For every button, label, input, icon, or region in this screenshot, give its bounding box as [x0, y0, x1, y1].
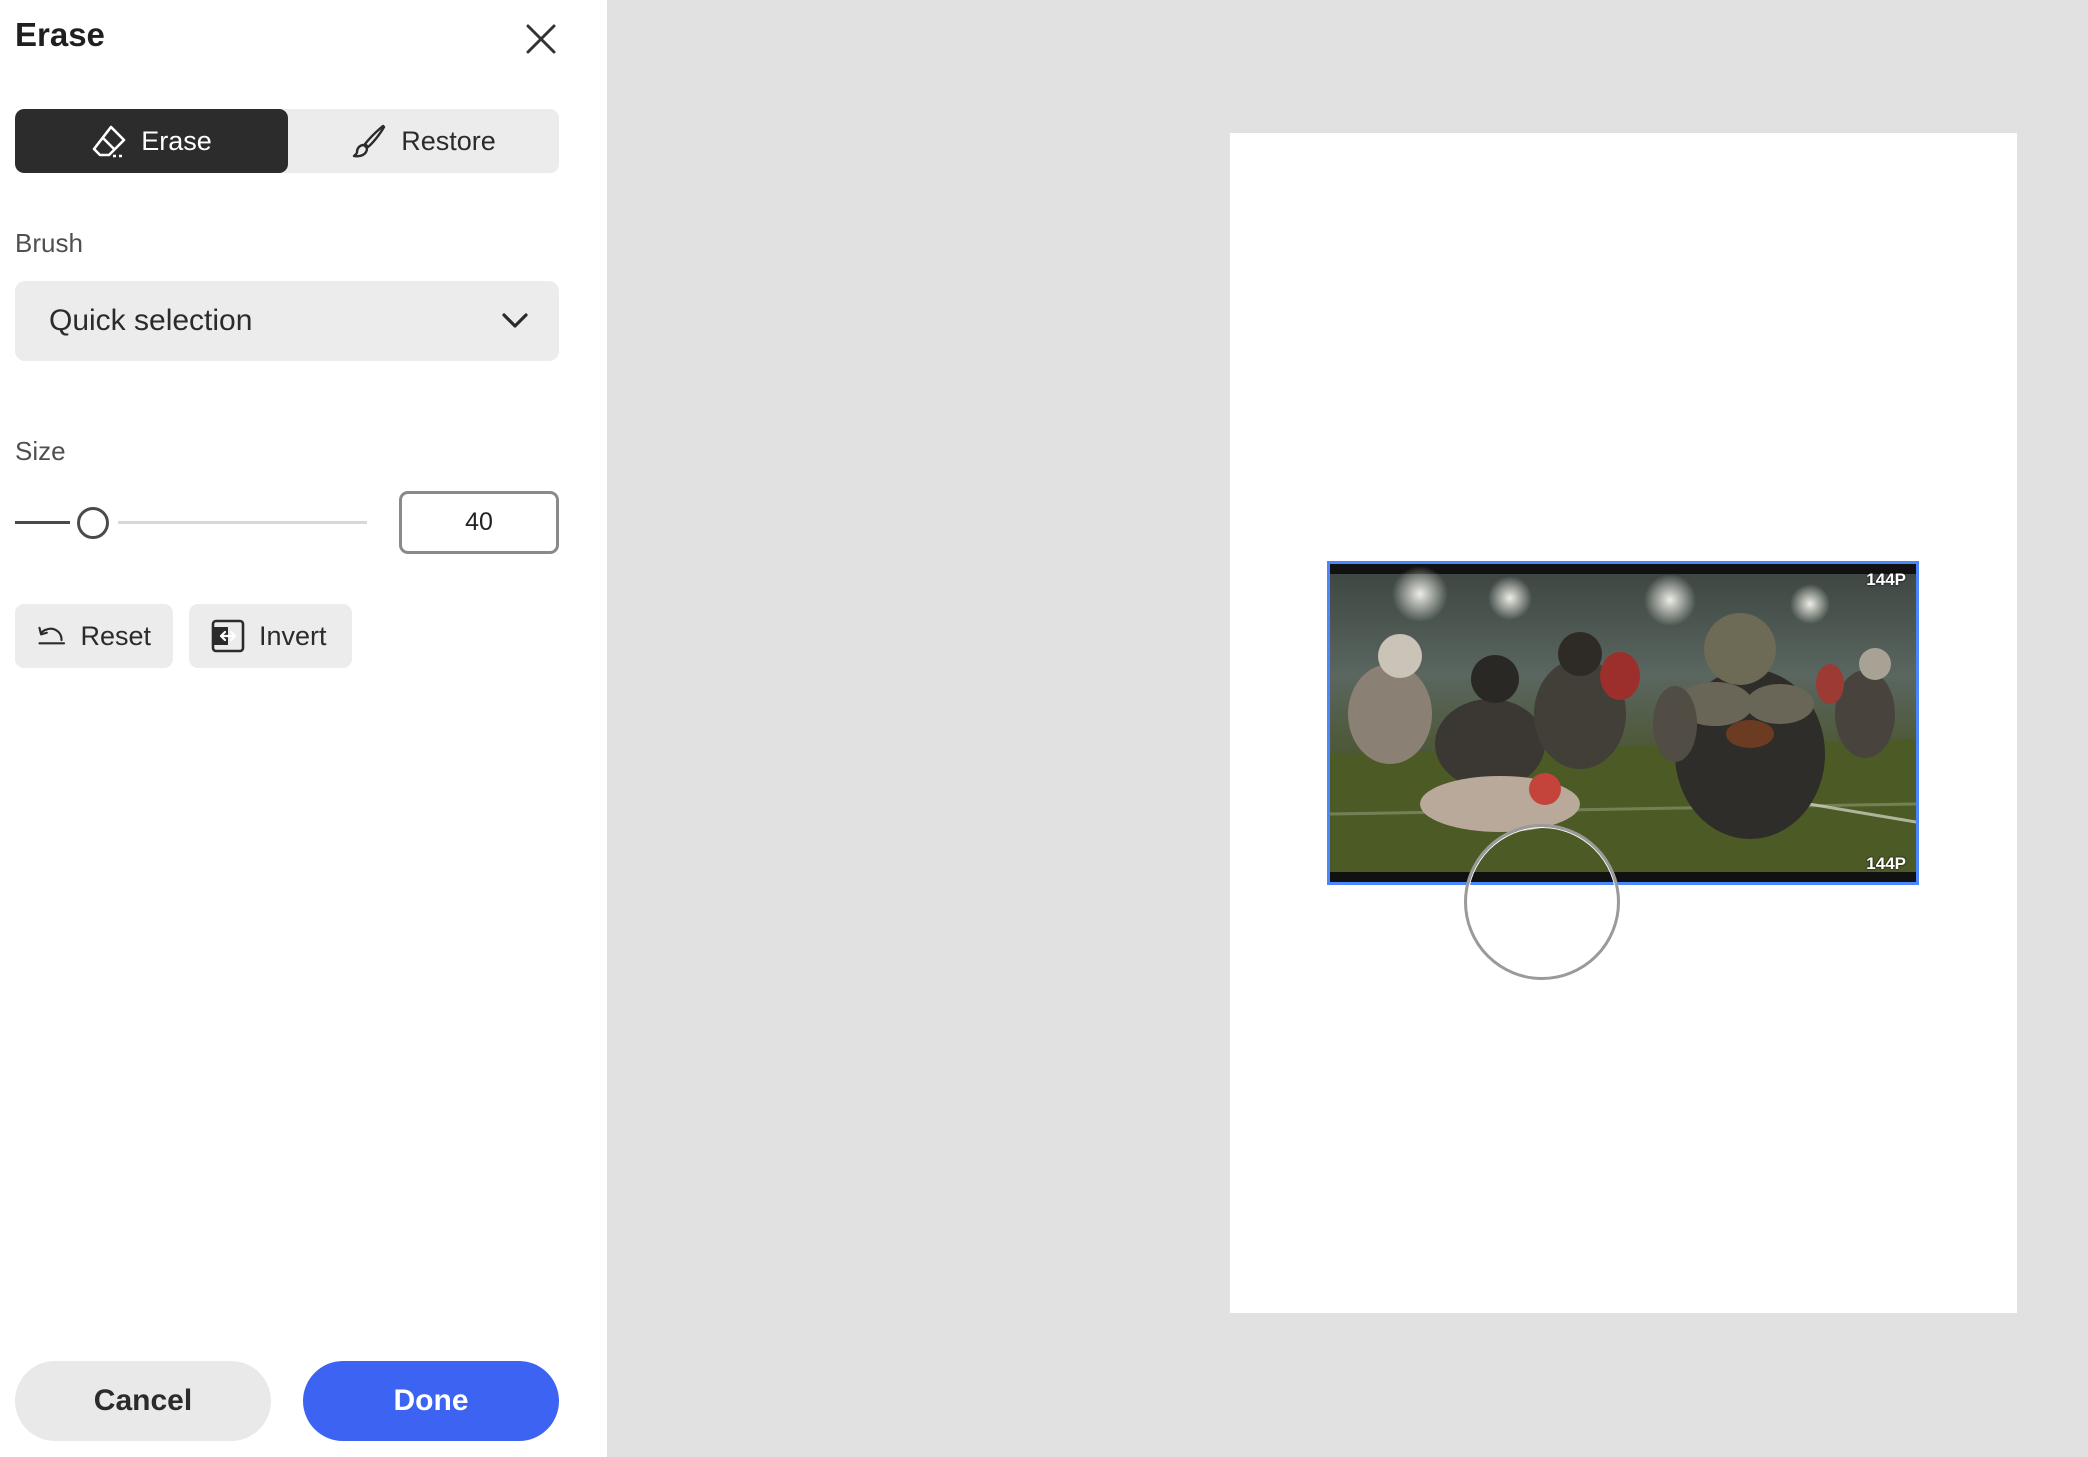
close-button[interactable] [518, 16, 564, 62]
resolution-badge-bottom: 144P [1866, 854, 1906, 873]
chevron-down-icon [502, 313, 528, 328]
erase-panel: Erase Erase Restore Brush Quick selectio… [0, 0, 607, 1457]
panel-title: Erase [15, 16, 105, 53]
erase-mode-label: Erase [141, 125, 212, 156]
erase-mode-button[interactable]: Erase [15, 109, 288, 173]
invert-icon [211, 619, 245, 653]
brush-label: Brush [15, 228, 83, 258]
image-content [1330, 564, 1916, 882]
close-icon [526, 24, 556, 54]
brush-dropdown[interactable]: Quick selection [15, 281, 559, 361]
slider-track-fill [15, 521, 70, 524]
restore-mode-button[interactable]: Restore [288, 109, 559, 173]
invert-button[interactable]: Invert [189, 604, 352, 668]
brush-icon [353, 124, 386, 158]
invert-label: Invert [259, 620, 327, 651]
resolution-badge-top: 144P [1866, 570, 1906, 589]
selected-image[interactable]: 144P 144P [1327, 561, 1919, 885]
reset-label: Reset [80, 620, 151, 651]
cancel-button[interactable]: Cancel [15, 1361, 271, 1441]
slider-thumb[interactable] [77, 507, 109, 539]
brush-selected-value: Quick selection [49, 304, 253, 337]
restore-mode-label: Restore [401, 125, 496, 156]
undo-icon [38, 626, 66, 645]
slider-track [118, 521, 367, 524]
eraser-icon [92, 125, 126, 158]
reset-button[interactable]: Reset [15, 604, 173, 668]
mode-toggle: Erase Restore [15, 109, 559, 173]
done-button[interactable]: Done [303, 1361, 559, 1441]
size-label: Size [15, 436, 66, 466]
size-input[interactable]: 40 [399, 491, 559, 554]
size-slider[interactable] [15, 500, 367, 546]
